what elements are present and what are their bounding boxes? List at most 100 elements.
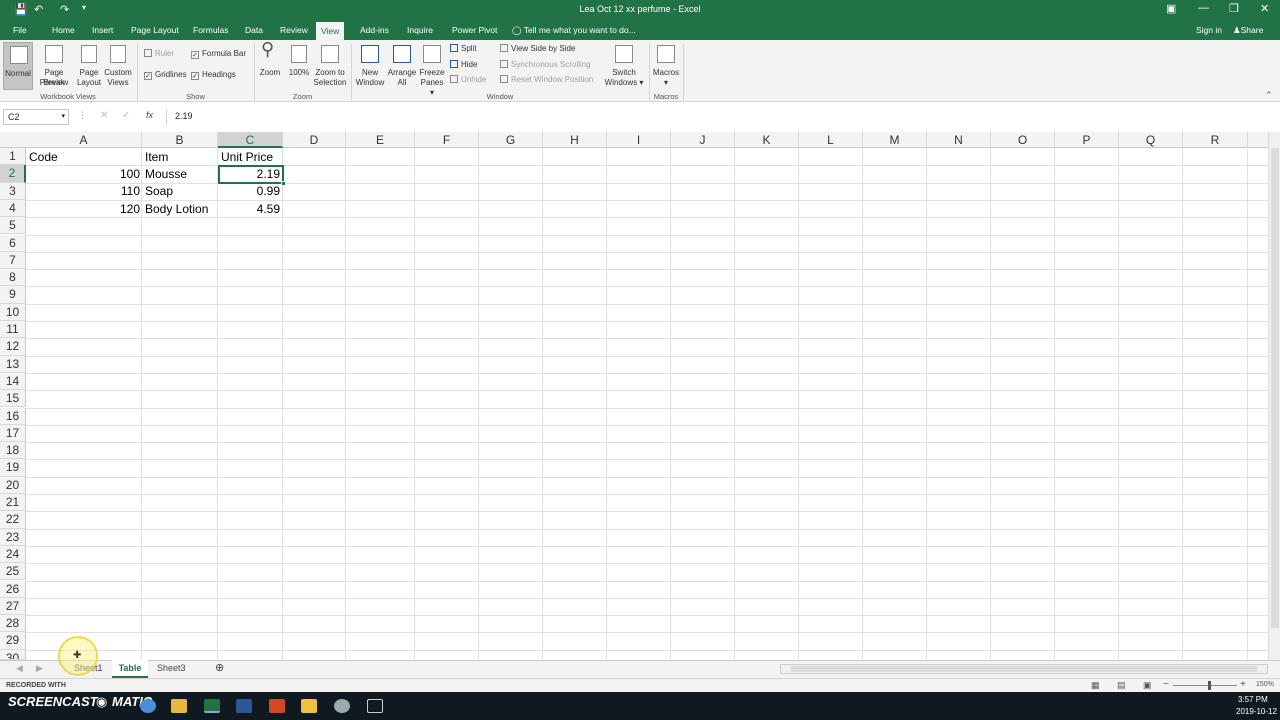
restore-icon[interactable]: ❐ <box>1229 2 1239 15</box>
cell-code[interactable]: 110 <box>27 183 140 200</box>
column-header-g[interactable]: G <box>479 132 543 148</box>
insert-function-icon[interactable]: fx <box>146 110 153 120</box>
tab-power-pivot[interactable]: Power Pivot <box>452 25 497 35</box>
column-header-n[interactable]: N <box>927 132 991 148</box>
row-header-28[interactable]: 28 <box>0 615 26 633</box>
custom-views-button[interactable]: Custom Views <box>102 44 134 90</box>
column-header-d[interactable]: D <box>283 132 346 148</box>
minimize-icon[interactable]: — <box>1198 2 1209 14</box>
view-side-by-side-button[interactable]: View Side by Side <box>500 44 575 53</box>
tab-formulas[interactable]: Formulas <box>193 25 228 35</box>
page-break-status-icon[interactable]: ▣ <box>1143 680 1152 691</box>
cell-item[interactable]: Soap <box>145 183 173 200</box>
header-cell-code[interactable]: Code <box>29 149 58 166</box>
chrome-icon[interactable] <box>140 699 156 713</box>
zoom-out-icon[interactable]: − <box>1163 679 1169 690</box>
zoom-slider[interactable] <box>1173 685 1237 686</box>
row-header-13[interactable]: 13 <box>0 355 26 373</box>
column-header-l[interactable]: L <box>799 132 863 148</box>
tab-review[interactable]: Review <box>280 25 308 35</box>
vertical-scroll-thumb[interactable] <box>1271 148 1279 628</box>
enter-check-icon[interactable]: ✓ <box>122 110 130 121</box>
tab-add-ins[interactable]: Add-ins <box>360 25 389 35</box>
row-header-22[interactable]: 22 <box>0 511 26 529</box>
zoom-button[interactable]: ⚲ Zoom <box>257 40 283 90</box>
scroll-right-icon[interactable]: ▶ <box>36 663 43 674</box>
cancel-icon[interactable]: ✕ <box>100 110 108 121</box>
add-sheet-icon[interactable]: ⊕ <box>215 661 224 674</box>
tab-inquire[interactable]: Inquire <box>407 25 433 35</box>
word-icon[interactable] <box>236 699 252 713</box>
column-header-j[interactable]: J <box>671 132 735 148</box>
cell-item[interactable]: Mousse <box>145 166 187 183</box>
gridlines-checkbox[interactable]: ✓ Gridlines <box>144 70 187 80</box>
header-cell-unit-price[interactable]: Unit Price <box>221 149 273 166</box>
row-header-20[interactable]: 20 <box>0 476 26 494</box>
freeze-panes-button[interactable]: Freeze Panes ▾ <box>418 44 446 97</box>
row-header-21[interactable]: 21 <box>0 494 26 512</box>
column-header-m[interactable]: M <box>863 132 927 148</box>
tell-me-box[interactable]: ◯ Tell me what you want to do... <box>512 25 636 36</box>
column-header-e[interactable]: E <box>346 132 415 148</box>
column-header-c[interactable]: C <box>218 132 283 148</box>
row-header-10[interactable]: 10 <box>0 303 26 321</box>
zoom-to-selection-button[interactable]: Zoom to Selection <box>312 44 348 90</box>
zoom-100-button[interactable]: 100% <box>286 44 312 90</box>
powerpoint-icon[interactable] <box>269 699 285 713</box>
zoom-level[interactable]: 150% <box>1256 681 1274 688</box>
sign-in-link[interactable]: Sign in <box>1196 25 1222 35</box>
row-header-25[interactable]: 25 <box>0 563 26 581</box>
column-header-a[interactable]: A <box>26 132 142 148</box>
split-button[interactable]: Split <box>450 44 477 53</box>
normal-view-status-icon[interactable]: ▦ <box>1091 680 1100 691</box>
name-box[interactable]: C2 ▾ <box>3 109 69 125</box>
row-header-7[interactable]: 7 <box>0 251 26 270</box>
task-view-icon[interactable] <box>367 699 383 713</box>
row-header-18[interactable]: 18 <box>0 442 26 460</box>
page-layout-button[interactable]: Page Layout <box>76 44 102 90</box>
cell-unit-price[interactable]: 4.59 <box>219 201 280 218</box>
unhide-button[interactable]: Unhide <box>450 75 486 84</box>
file-explorer-icon[interactable] <box>171 699 187 713</box>
ruler-checkbox[interactable]: Ruler <box>144 49 174 58</box>
row-header-17[interactable]: 17 <box>0 424 26 443</box>
macros-button[interactable]: Macros ▾ <box>652 44 680 90</box>
row-header-2[interactable]: 2 <box>0 165 26 183</box>
row-header-30[interactable]: 30 <box>0 649 26 660</box>
row-header-24[interactable]: 24 <box>0 545 26 564</box>
new-window-button[interactable]: New Window <box>354 44 386 90</box>
row-header-16[interactable]: 16 <box>0 407 26 425</box>
sheet-tab-table[interactable]: Table <box>112 660 148 678</box>
arrange-all-button[interactable]: Arrange All <box>386 44 418 90</box>
row-header-23[interactable]: 23 <box>0 528 26 546</box>
sheet-tab-sheet3[interactable]: Sheet3 <box>157 663 186 673</box>
horizontal-scrollbar[interactable] <box>780 664 1268 674</box>
hide-button[interactable]: Hide <box>450 60 477 69</box>
cell-code[interactable]: 120 <box>27 201 140 218</box>
row-header-19[interactable]: 19 <box>0 459 26 477</box>
sticky-app-icon[interactable] <box>301 699 317 713</box>
header-cell-item[interactable]: Item <box>145 149 168 166</box>
tab-insert[interactable]: Insert <box>92 25 113 35</box>
column-header-o[interactable]: O <box>991 132 1055 148</box>
row-header-3[interactable]: 3 <box>0 182 26 200</box>
row-header-1[interactable]: 1 <box>0 148 26 166</box>
column-header-b[interactable]: B <box>142 132 218 148</box>
column-header-p[interactable]: P <box>1055 132 1119 148</box>
row-header-4[interactable]: 4 <box>0 199 26 218</box>
column-header-q[interactable]: Q <box>1119 132 1183 148</box>
row-header-15[interactable]: 15 <box>0 390 26 408</box>
tab-home[interactable]: Home <box>52 25 75 35</box>
switch-windows-button[interactable]: Switch Windows ▾ <box>602 44 646 90</box>
reset-window-position-button[interactable]: Reset Window Position <box>500 75 593 84</box>
tab-page-layout[interactable]: Page Layout <box>131 25 179 35</box>
row-header-8[interactable]: 8 <box>0 269 26 287</box>
vertical-scrollbar[interactable] <box>1268 132 1280 660</box>
column-header-f[interactable]: F <box>415 132 479 148</box>
row-header-6[interactable]: 6 <box>0 234 26 252</box>
ribbon-display-icon[interactable]: ▣ <box>1166 2 1176 15</box>
row-header-5[interactable]: 5 <box>0 217 26 235</box>
tab-data[interactable]: Data <box>245 25 263 35</box>
formula-bar-checkbox[interactable]: ✓ Formula Bar <box>191 49 246 59</box>
page-layout-status-icon[interactable]: ▤ <box>1117 680 1126 691</box>
